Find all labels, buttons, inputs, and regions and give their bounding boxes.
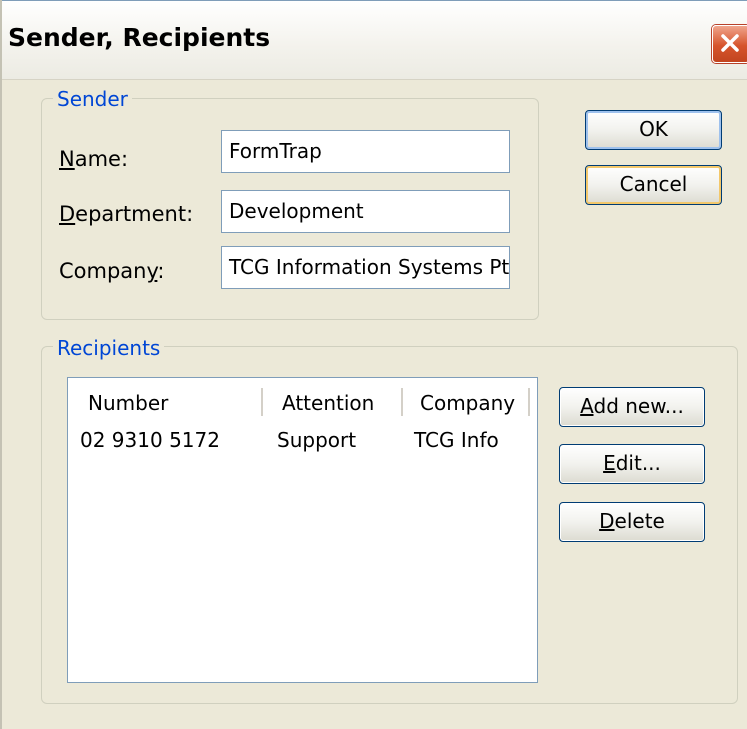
name-label-text: ame:: [74, 147, 129, 171]
company-label: Company:: [59, 259, 164, 283]
recipient-number: 02 9310 5172: [80, 428, 220, 452]
delete-accesskey: D: [599, 509, 615, 533]
column-header-company[interactable]: Company: [420, 391, 515, 415]
column-divider[interactable]: [528, 388, 530, 416]
name-label: Name:: [59, 147, 128, 171]
column-header-attention[interactable]: Attention: [282, 391, 374, 415]
name-label-accesskey: N: [59, 147, 75, 171]
department-label-text: epartment:: [75, 202, 194, 226]
department-field[interactable]: Development: [221, 190, 510, 233]
title-bar[interactable]: Sender, Recipients: [2, 0, 747, 80]
sender-recipients-dialog: Sender, Recipients Sender Name: FormTrap…: [0, 0, 747, 729]
edit-button[interactable]: Edit...: [559, 444, 705, 484]
company-label-text-pre: Compan: [59, 259, 147, 283]
name-field[interactable]: FormTrap: [221, 130, 510, 173]
recipients-legend: Recipients: [53, 336, 165, 360]
department-label: Department:: [59, 202, 193, 226]
department-label-accesskey: D: [59, 202, 76, 226]
recipient-attention: Support: [277, 428, 357, 452]
column-header-number[interactable]: Number: [88, 391, 168, 415]
company-label-text-post: :: [157, 259, 165, 283]
ok-button[interactable]: OK: [585, 110, 722, 150]
column-divider[interactable]: [261, 388, 263, 416]
edit-accesskey: E: [603, 451, 616, 475]
column-divider[interactable]: [401, 388, 403, 416]
add-new-accesskey: A: [580, 394, 594, 418]
window-title: Sender, Recipients: [8, 23, 271, 52]
edit-label: dit...: [615, 451, 661, 475]
cancel-button[interactable]: Cancel: [585, 165, 722, 205]
company-field[interactable]: TCG Information Systems Pty: [221, 246, 510, 289]
delete-label: elete: [614, 509, 665, 533]
delete-button[interactable]: Delete: [559, 502, 705, 542]
close-button[interactable]: [712, 25, 747, 63]
add-new-label: dd new...: [593, 394, 684, 418]
recipients-list[interactable]: Number Attention Company 02 9310 5172 Su…: [67, 377, 538, 683]
sender-legend: Sender: [53, 87, 132, 111]
add-new-button[interactable]: Add new...: [559, 387, 705, 427]
company-label-accesskey: y: [146, 259, 158, 283]
recipient-company: TCG Info: [414, 428, 499, 452]
recipients-list-header: Number Attention Company: [68, 378, 537, 426]
